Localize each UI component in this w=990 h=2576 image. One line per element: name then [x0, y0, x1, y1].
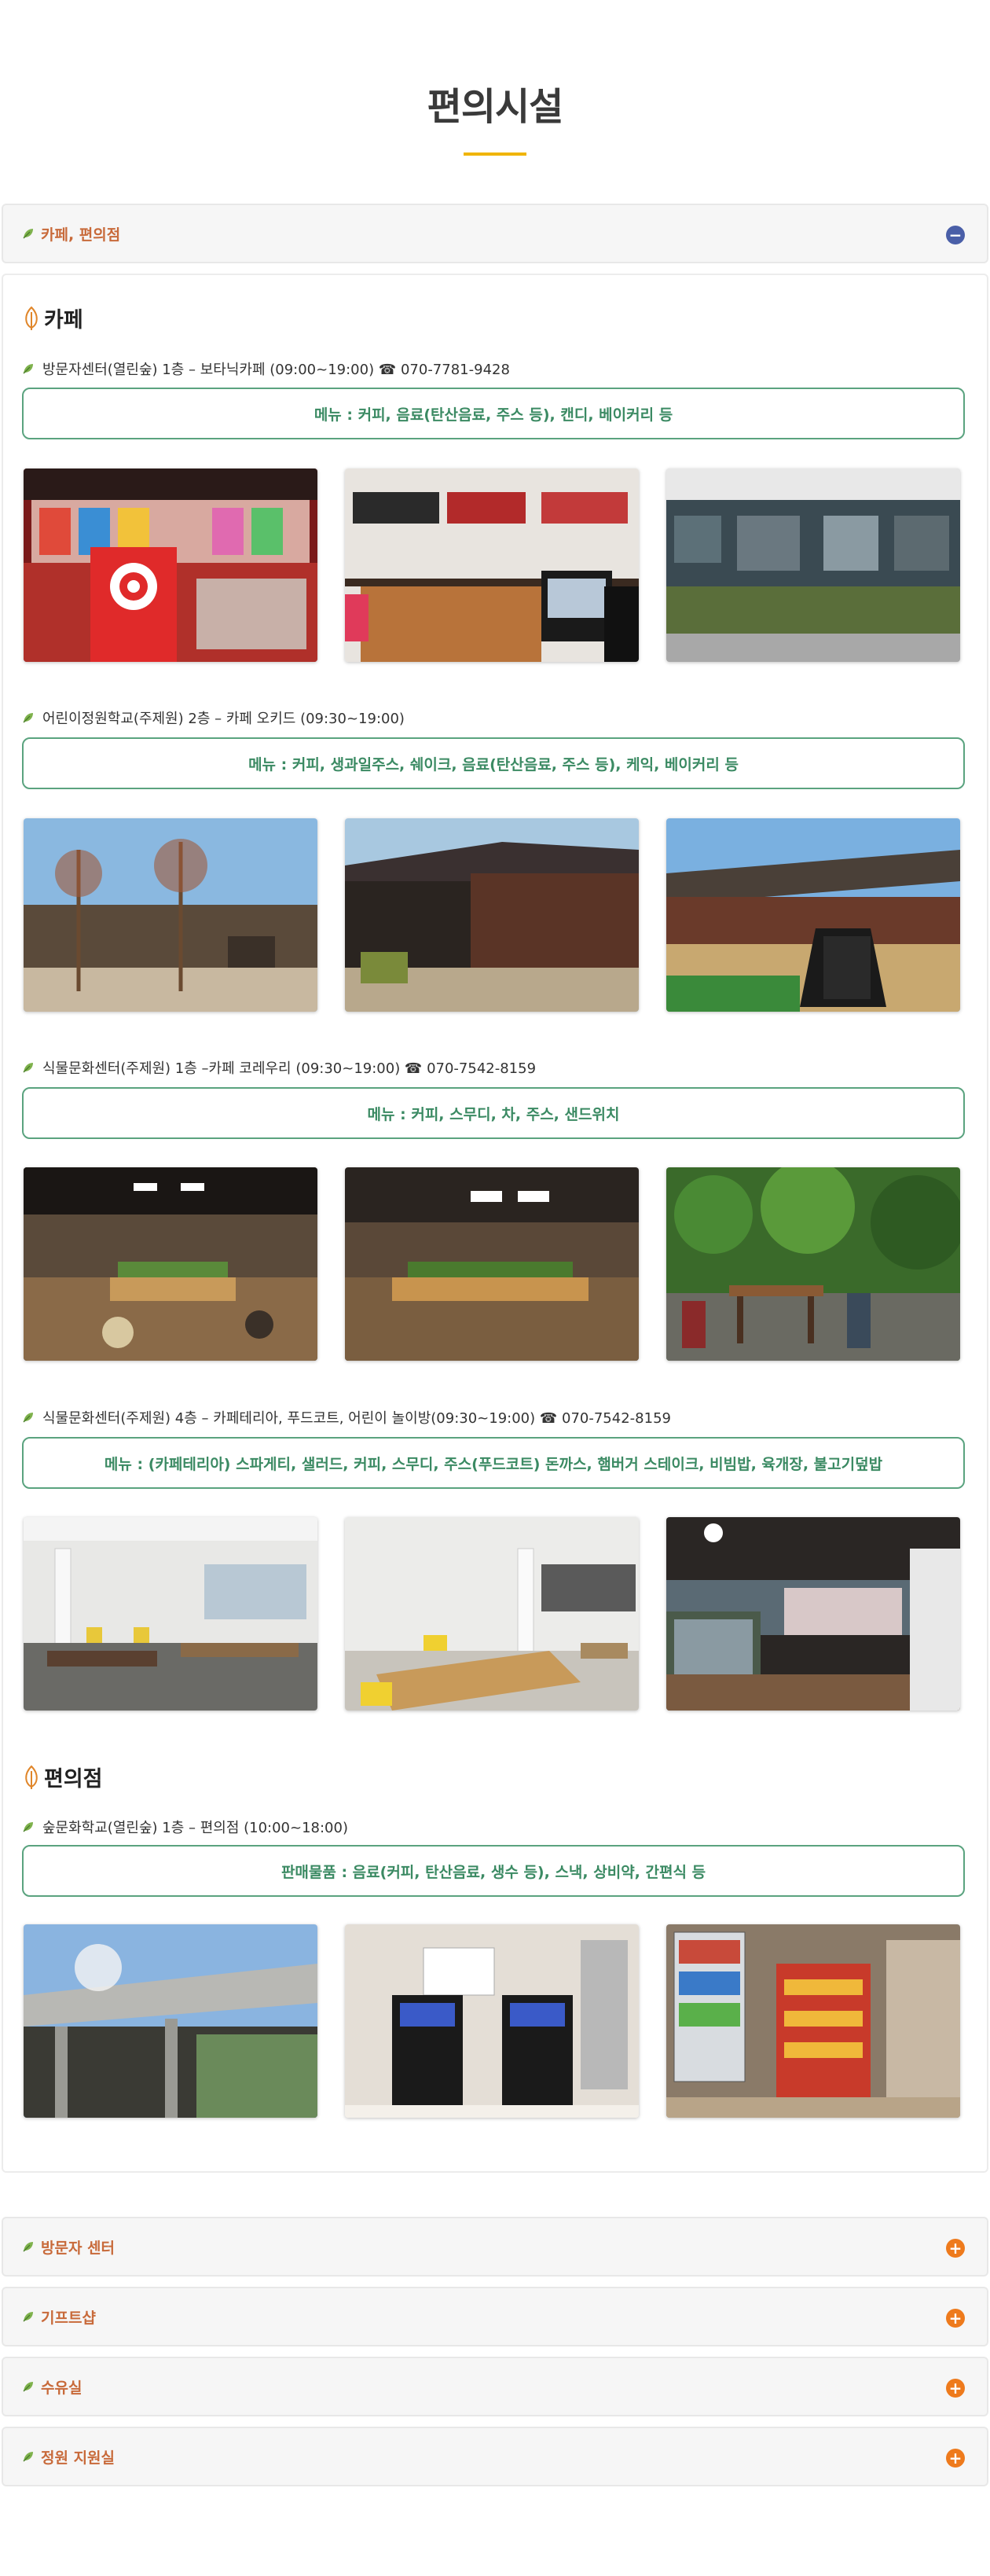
- accordion-label: 수유실: [41, 2379, 82, 2397]
- location-text: 어린이정원학교(주제원) 2층 – 카페 오키드 (09:30~19:00): [42, 711, 405, 727]
- cafe-storefront-photo: [666, 469, 960, 662]
- location-line: 어린이정원학교(주제원) 2층 – 카페 오키드 (09:30~19:00): [22, 707, 405, 728]
- leaf-outline-icon: [25, 1765, 38, 1789]
- category-title-cafe: 카페: [22, 303, 83, 333]
- store-shelves-photo: [666, 1924, 960, 2118]
- menu-box: 메뉴 : 커피, 생과일주스, 쉐이크, 음료(탄산음료, 주스 등), 케익,…: [22, 737, 965, 789]
- expand-icon[interactable]: +: [946, 2379, 965, 2398]
- location-text: 방문자센터(열린숲) 1층 – 보타닉카페 (09:00~19:00) ☎ 07…: [42, 362, 510, 378]
- expand-icon[interactable]: +: [946, 2239, 965, 2258]
- hall-seating-photo: [24, 1167, 317, 1361]
- accordion-label: 기프트샵: [41, 2309, 96, 2327]
- leaf-icon: [23, 364, 33, 374]
- location-line: 식물문화센터(주제원) 1층 –카페 코레우리 (09:30~19:00) ☎ …: [22, 1057, 536, 1078]
- title-underline: [464, 153, 526, 156]
- cafeteria-photo: [24, 1517, 317, 1711]
- leaf-icon: [23, 713, 33, 723]
- location-text: 숲문화학교(열린숲) 1층 – 편의점 (10:00~18:00): [42, 1820, 348, 1836]
- leaf-icon: [23, 1413, 33, 1423]
- accordion-header-garden-support[interactable]: 정원 지원실 +: [2, 2427, 988, 2486]
- green-wall-cafe-photo: [666, 1167, 960, 1361]
- leaf-icon: [23, 2382, 33, 2392]
- accordion-header-gift-shop[interactable]: 기프트샵 +: [2, 2287, 988, 2346]
- expand-icon[interactable]: +: [946, 2449, 965, 2468]
- menu-box: 메뉴 : 커피, 음료(탄산음료, 주스 등), 캔디, 베이커리 등: [22, 388, 965, 439]
- accordion-label: 정원 지원실: [41, 2449, 116, 2467]
- leaf-icon: [23, 1822, 33, 1832]
- leaf-outline-icon: [25, 306, 38, 330]
- collapse-icon[interactable]: −: [946, 226, 965, 244]
- school-building-photo: [345, 818, 639, 1012]
- accordion-header-cafe-store[interactable]: 카페, 편의점 −: [2, 204, 988, 263]
- location-line: 식물문화센터(주제원) 4층 – 카페테리아, 푸드코트, 어린이 놀이방(09…: [22, 1407, 671, 1428]
- food-court-photo: [345, 1517, 639, 1711]
- accordion-header-visitor-center[interactable]: 방문자 센터 +: [2, 2217, 988, 2277]
- menu-box: 메뉴 : 커피, 스무디, 차, 주스, 샌드위치: [22, 1087, 965, 1139]
- accordion-header-nursing-room[interactable]: 수유실 +: [2, 2357, 988, 2416]
- leaf-icon: [23, 2242, 33, 2252]
- accordion-label: 방문자 센터: [41, 2239, 116, 2257]
- hall-tables-photo: [345, 1167, 639, 1361]
- location-text: 식물문화센터(주제원) 1층 –카페 코레우리 (09:30~19:00) ☎ …: [42, 1060, 537, 1077]
- cafeteria-counter-photo: [666, 1517, 960, 1711]
- candy-shop-photo: [24, 469, 317, 662]
- location-text: 식물문화센터(주제원) 4층 – 카페테리아, 푸드코트, 어린이 놀이방(09…: [42, 1410, 671, 1427]
- page-title: 편의시설: [427, 85, 564, 129]
- expand-icon[interactable]: +: [946, 2309, 965, 2328]
- menu-box: 메뉴 : (카페테리아) 스파게티, 샐러드, 커피, 스무디, 주스(푸드코트…: [22, 1437, 965, 1489]
- location-line: 방문자센터(열린숲) 1층 – 보타닉카페 (09:00~19:00) ☎ 07…: [22, 358, 510, 379]
- cafe-orchid-sign-photo: [666, 818, 960, 1012]
- terrace-trees-photo: [24, 818, 317, 1012]
- leaf-icon: [23, 2452, 33, 2462]
- cafe-counter-photo: [345, 469, 639, 662]
- leaf-icon: [23, 2312, 33, 2322]
- leaf-icon: [23, 1063, 33, 1073]
- menu-box: 판매물품 : 음료(커피, 탄산음료, 생수 등), 스낵, 상비약, 간편식 …: [22, 1845, 965, 1897]
- coffee-machine-photo: [345, 1924, 639, 2118]
- leaf-icon: [23, 229, 33, 239]
- category-title-store: 편의점: [22, 1762, 103, 1792]
- category-title-text: 카페: [44, 308, 83, 333]
- category-title-text: 편의점: [44, 1767, 103, 1791]
- accordion-label: 카페, 편의점: [41, 226, 121, 244]
- location-line: 숲문화학교(열린숲) 1층 – 편의점 (10:00~18:00): [22, 1817, 348, 1837]
- forest-school-entrance-photo: [24, 1924, 317, 2118]
